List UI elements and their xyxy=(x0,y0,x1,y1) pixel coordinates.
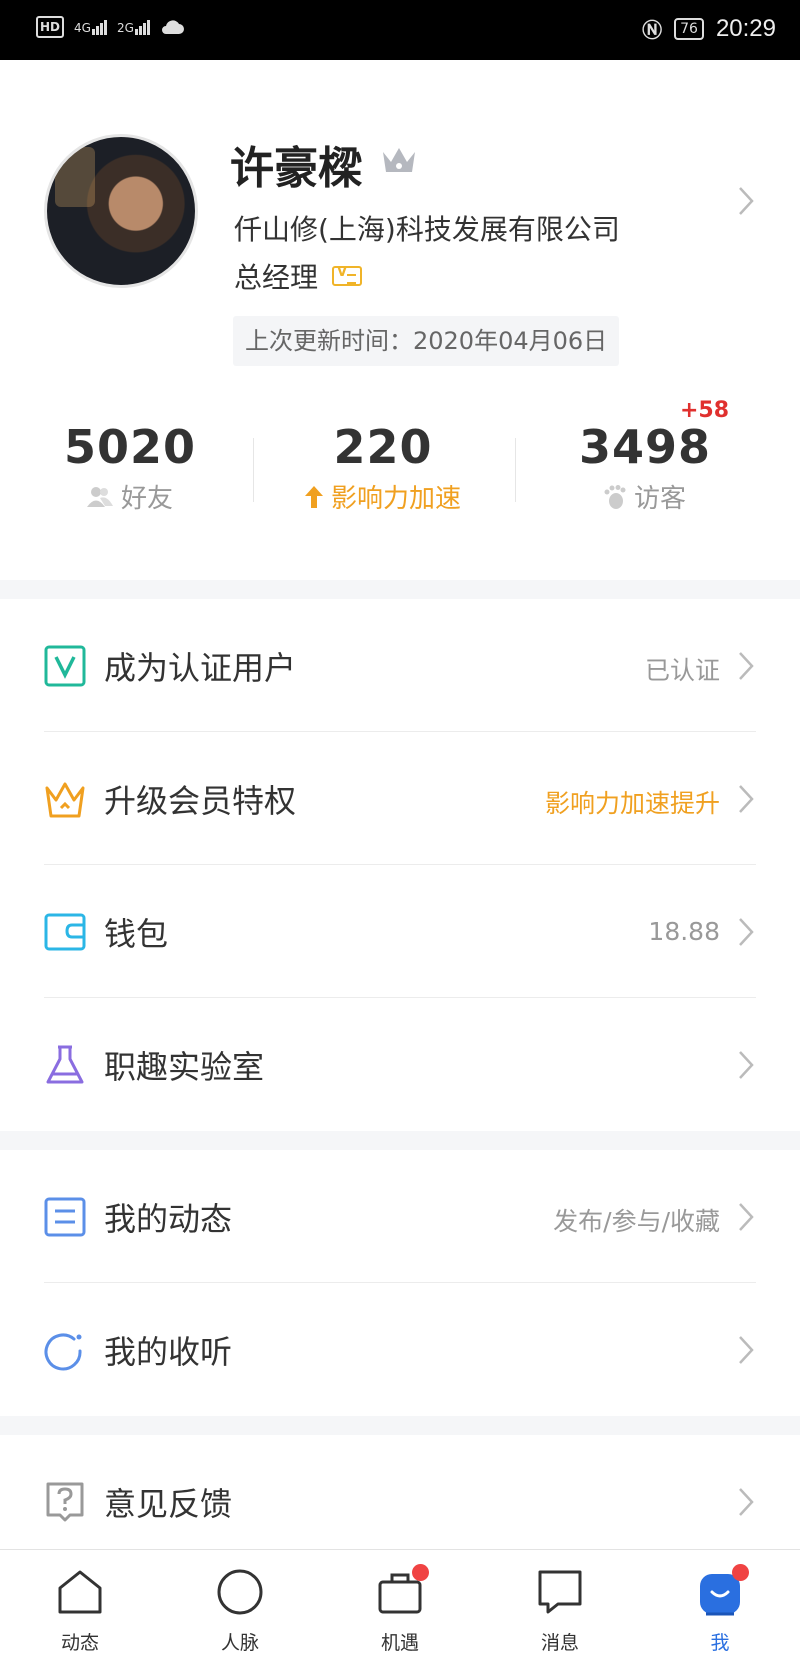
menu-section-feedback: 意见反馈 xyxy=(0,1435,800,1549)
notification-dot xyxy=(732,1564,749,1581)
avatar[interactable] xyxy=(44,134,198,288)
home-icon xyxy=(58,1570,102,1614)
menu-label: 我的收听 xyxy=(104,1333,233,1371)
stat-value: 3498 xyxy=(578,420,712,474)
tab-feed[interactable]: 动态 xyxy=(0,1550,160,1659)
status-bar: HD 4G 2G Ⓝ 76 20:29 xyxy=(0,0,800,60)
menu-section-account: 成为认证用户 已认证 升级会员特权 影响力加速提升 钱包 18.88 职趣实验室 xyxy=(0,599,800,1131)
bottom-tab-bar: 动态 人脉 机遇 消息 我 xyxy=(0,1549,800,1659)
chevron-right-icon xyxy=(739,652,754,680)
stat-value: 220 xyxy=(333,420,433,474)
tab-label: 我 xyxy=(710,1632,730,1654)
signal-2g-icon: 2G xyxy=(117,19,150,35)
follow-ring-icon xyxy=(44,1333,82,1371)
cloud-icon xyxy=(161,20,184,34)
nfc-icon: Ⓝ xyxy=(642,18,663,42)
status-right: Ⓝ 76 20:29 xyxy=(642,14,776,43)
menu-item-wallet[interactable]: 钱包 18.88 xyxy=(0,865,800,998)
menu-item-feedback[interactable]: 意见反馈 xyxy=(0,1435,800,1549)
stat-label: 好友 xyxy=(120,484,173,514)
clock: 20:29 xyxy=(715,14,776,42)
menu-item-my-feed[interactable]: 我的动态 发布/参与/收藏 xyxy=(0,1150,800,1283)
tab-label: 动态 xyxy=(60,1632,99,1654)
footprint-icon xyxy=(604,484,626,509)
status-left: HD 4G 2G xyxy=(36,16,184,38)
chevron-right-icon xyxy=(739,1051,754,1079)
job-title: 总经理 xyxy=(234,261,319,294)
menu-label: 成为认证用户 xyxy=(104,649,297,687)
stat-label-row: 好友 xyxy=(0,478,260,515)
feedback-question-icon xyxy=(46,1482,84,1522)
stat-label: 影响力加速 xyxy=(330,484,461,514)
feed-card-icon xyxy=(44,1197,86,1237)
menu-label: 我的动态 xyxy=(104,1200,233,1238)
tab-me[interactable]: 我 xyxy=(640,1550,800,1659)
menu-value: 发布/参与/收藏 xyxy=(553,1207,720,1236)
hd-badge: HD xyxy=(36,16,65,38)
tab-messages[interactable]: 消息 xyxy=(480,1550,640,1659)
stat-label-row: 影响力加速 xyxy=(253,478,513,515)
verified-v-icon xyxy=(44,645,86,687)
user-name: 许豪樑 xyxy=(230,143,362,194)
stats-row: 5020 好友 220 影响力加速 3498 访客 xyxy=(0,420,800,540)
stat-label-row: 访客 xyxy=(515,478,775,515)
crown-icon xyxy=(45,782,85,818)
flask-icon xyxy=(46,1045,84,1084)
stat-value: 5020 xyxy=(63,420,197,474)
wallet-icon xyxy=(44,913,86,951)
tab-label: 人脉 xyxy=(220,1632,259,1654)
job-title-row: 总经理 xyxy=(234,256,363,296)
arrow-up-icon xyxy=(304,485,323,508)
tab-contacts[interactable]: 人脉 xyxy=(160,1550,320,1659)
stat-visitors[interactable]: 3498 访客 xyxy=(515,420,775,515)
menu-value: 影响力加速提升 xyxy=(544,789,720,818)
chevron-right-icon xyxy=(739,1488,754,1516)
verified-card-icon xyxy=(332,265,363,286)
menu-label: 钱包 xyxy=(104,915,169,953)
menu-label: 意见反馈 xyxy=(104,1485,233,1523)
stat-influence[interactable]: 220 影响力加速 xyxy=(253,420,513,515)
chevron-right-icon xyxy=(739,1203,754,1231)
battery-icon: 76 xyxy=(674,17,704,40)
signal-4g-icon: 4G xyxy=(74,19,107,35)
menu-value: 18.88 xyxy=(648,917,720,946)
tab-opportunities[interactable]: 机遇 xyxy=(320,1550,480,1659)
chevron-right-icon xyxy=(739,785,754,813)
stat-label: 访客 xyxy=(633,484,686,514)
menu-label: 职趣实验室 xyxy=(104,1048,265,1086)
member-crown-icon xyxy=(383,148,415,172)
menu-item-membership[interactable]: 升级会员特权 影响力加速提升 xyxy=(0,732,800,865)
menu-item-following[interactable]: 我的收听 xyxy=(0,1283,800,1416)
tab-label: 机遇 xyxy=(380,1632,419,1654)
chat-bubble-icon xyxy=(538,1570,582,1614)
menu-section-activity: 我的动态 发布/参与/收藏 我的收听 xyxy=(0,1150,800,1416)
chevron-right-icon[interactable] xyxy=(738,186,754,216)
company-name: 仟山修(上海)科技发展有限公司 xyxy=(234,213,620,246)
menu-label: 升级会员特权 xyxy=(104,782,297,820)
menu-item-verify[interactable]: 成为认证用户 已认证 xyxy=(0,599,800,732)
menu-item-lab[interactable]: 职趣实验室 xyxy=(0,998,800,1131)
people-icon xyxy=(86,486,113,507)
stat-friends[interactable]: 5020 好友 xyxy=(0,420,260,515)
notification-dot xyxy=(412,1564,429,1581)
menu-value: 已认证 xyxy=(644,656,720,685)
last-updated: 上次更新时间：2020年04月06日 xyxy=(233,316,620,366)
chevron-right-icon xyxy=(739,1336,754,1364)
tab-label: 消息 xyxy=(540,1632,579,1654)
circle-icon xyxy=(217,1569,263,1615)
profile-card[interactable]: 许豪樑 仟山修(上海)科技发展有限公司 总经理 上次更新时间：2020年04月0… xyxy=(0,60,800,580)
chevron-right-icon xyxy=(739,918,754,946)
